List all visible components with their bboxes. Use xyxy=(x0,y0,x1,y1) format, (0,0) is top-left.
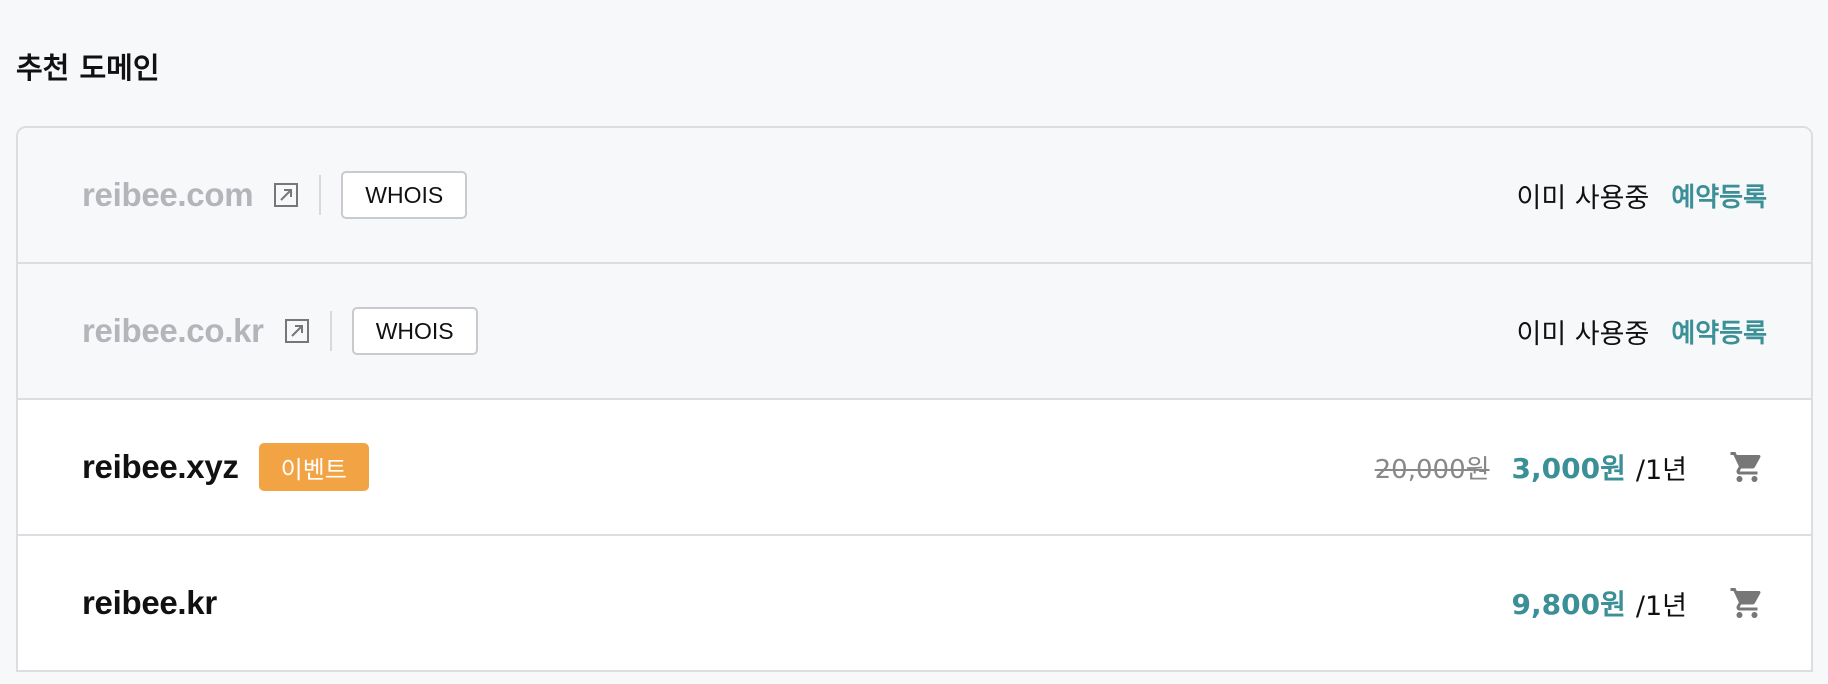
sale-price: 3,000원 xyxy=(1511,452,1626,485)
domain-name: reibee.co.kr xyxy=(82,312,264,349)
domain-name: reibee.xyz xyxy=(82,448,239,485)
external-link-icon[interactable] xyxy=(284,318,310,344)
status-text: 이미 사용중 xyxy=(1516,318,1650,350)
domain-row-available: reibee.xyz 이벤트 20,000원 3,000원 /1년 xyxy=(18,400,1811,536)
sale-price: 9,800원 xyxy=(1511,588,1626,621)
reserve-link[interactable]: 예약등록 xyxy=(1671,177,1767,214)
domain-row-taken: reibee.com WHOIS 이미 사용중 예약등록 xyxy=(18,128,1811,264)
divider xyxy=(319,175,322,215)
domain-row-available: reibee.kr 9,800원 /1년 xyxy=(18,536,1811,672)
domain-row-taken: reibee.co.kr WHOIS 이미 사용중 예약등록 xyxy=(18,264,1811,400)
section-title: 추천 도메인 xyxy=(16,51,160,85)
domain-name: reibee.com xyxy=(82,176,254,213)
cart-icon[interactable] xyxy=(1727,447,1767,487)
domain-list: reibee.com WHOIS 이미 사용중 예약등록 reibee.co.k… xyxy=(16,126,1813,672)
cart-icon[interactable] xyxy=(1727,583,1767,623)
whois-button[interactable]: WHOIS xyxy=(351,307,478,355)
whois-button[interactable]: WHOIS xyxy=(341,171,468,219)
reserve-link[interactable]: 예약등록 xyxy=(1671,313,1767,350)
original-price: 20,000원 xyxy=(1374,454,1490,485)
external-link-icon[interactable] xyxy=(273,182,299,208)
status-text: 이미 사용중 xyxy=(1516,182,1650,214)
price-period: /1년 xyxy=(1635,590,1687,622)
price-period: /1년 xyxy=(1635,454,1687,486)
event-badge: 이벤트 xyxy=(258,443,369,491)
divider xyxy=(329,311,332,351)
domain-name: reibee.kr xyxy=(82,584,217,621)
